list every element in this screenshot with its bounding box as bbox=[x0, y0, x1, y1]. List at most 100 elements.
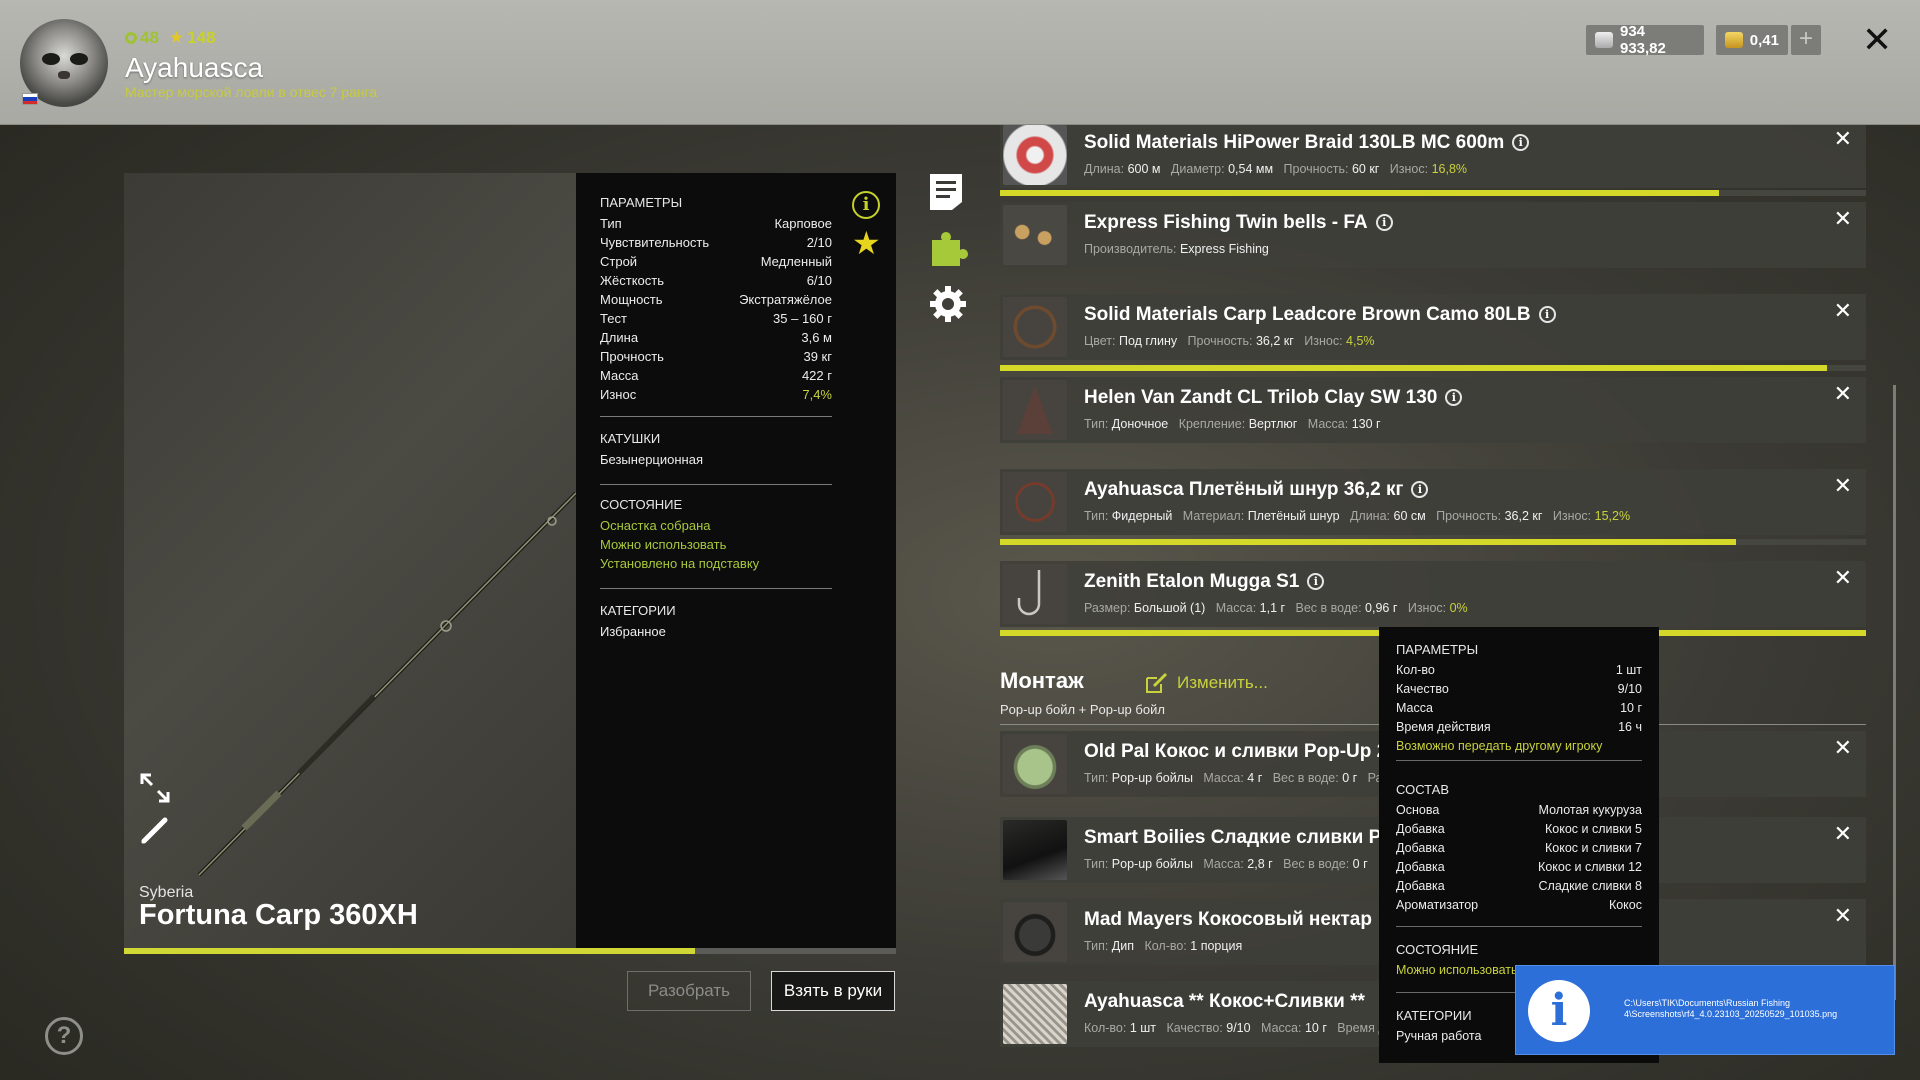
param-value: 6/10 bbox=[806, 273, 832, 288]
param-row: Масса 10 г bbox=[1396, 701, 1642, 720]
item-name: Express Fishing Twin bells - FA i bbox=[1084, 212, 1393, 234]
item-meta: Размер: Большой (1) Масса: 1,1 г Вес в в… bbox=[1084, 601, 1468, 615]
param-value: 9/10 bbox=[1617, 682, 1642, 696]
help-icon[interactable]: ? bbox=[45, 1017, 83, 1055]
expand-icon[interactable] bbox=[138, 771, 172, 805]
item-meta: Тип: Pop-up бойлы Масса: 2,8 г Вес в вод… bbox=[1084, 857, 1386, 871]
info-icon[interactable]: i bbox=[852, 191, 880, 219]
settings-gear-icon[interactable] bbox=[928, 284, 968, 324]
param-row: Основа Молотая кукуруза bbox=[1396, 803, 1642, 822]
reels-section: КАТУШКИ Безынерционная bbox=[600, 431, 832, 467]
remove-icon[interactable]: ✕ bbox=[1834, 473, 1852, 499]
remove-icon[interactable]: ✕ bbox=[1834, 126, 1852, 152]
tackle-item-hook[interactable]: Zenith Etalon Mugga S1 i Размер: Большой … bbox=[1000, 561, 1866, 627]
spool-thumbnail bbox=[1003, 125, 1067, 185]
leadcore-thumbnail bbox=[1003, 297, 1067, 357]
reels-title: КАТУШКИ bbox=[600, 431, 661, 446]
gold-coins-icon bbox=[1725, 32, 1743, 48]
item-name: Solid Materials HiPower Braid 130LB MC 6… bbox=[1084, 132, 1530, 154]
bells-thumbnail bbox=[1003, 205, 1067, 265]
silver-coins-icon bbox=[1595, 32, 1613, 48]
param-value: 35 – 160 г bbox=[773, 311, 832, 326]
param-label: Добавка bbox=[1396, 841, 1445, 855]
divider bbox=[600, 416, 832, 417]
item-meta: Кол-во: 1 шт Качество: 9/10 Масса: 10 г … bbox=[1084, 1021, 1386, 1035]
param-value: Молотая кукуруза bbox=[1538, 803, 1642, 817]
puzzle-icon[interactable] bbox=[928, 228, 968, 268]
remove-icon[interactable]: ✕ bbox=[1834, 735, 1852, 761]
jar-thumbnail bbox=[1003, 734, 1067, 794]
disassemble-button[interactable]: Разобрать bbox=[627, 971, 751, 1011]
montage-subtitle: Pop-up бойл + Pop-up бойл bbox=[1000, 702, 1165, 717]
tackle-item-leadcore[interactable]: Solid Materials Carp Leadcore Brown Camo… bbox=[1000, 294, 1866, 360]
favorite-star-icon[interactable]: ★ bbox=[852, 227, 881, 259]
rename-pencil-icon[interactable] bbox=[138, 813, 172, 847]
param-value: Медленный bbox=[760, 254, 832, 269]
tooltip-composition: СОСТАВ Основа Молотая кукуруза Добавка Коко… bbox=[1396, 782, 1642, 917]
remove-icon[interactable]: ✕ bbox=[1834, 206, 1852, 232]
divider bbox=[600, 484, 832, 485]
param-row: Кол-во 1 шт bbox=[1396, 663, 1642, 682]
remove-icon[interactable]: ✕ bbox=[1834, 381, 1852, 407]
param-row: Мощность Экстратяжёлое bbox=[600, 292, 832, 311]
divider bbox=[1396, 926, 1642, 927]
remove-icon[interactable]: ✕ bbox=[1834, 298, 1852, 324]
info-icon[interactable]: i bbox=[1512, 134, 1530, 151]
param-value: Кокос и сливки 12 bbox=[1538, 860, 1642, 874]
info-icon[interactable]: i bbox=[1538, 306, 1556, 323]
player-level: 48 bbox=[125, 28, 159, 48]
categories-title: КАТЕГОРИИ bbox=[600, 603, 676, 618]
item-name: Solid Materials Carp Leadcore Brown Camo… bbox=[1084, 304, 1556, 326]
param-value: 2/10 bbox=[806, 235, 832, 250]
tackle-item-leader[interactable]: Ayahuasca Плетёный шнур 36,2 кг i Тип: Фи… bbox=[1000, 469, 1866, 535]
close-icon[interactable]: ✕ bbox=[1862, 20, 1892, 60]
wear-bar bbox=[1000, 190, 1866, 196]
list-scrollbar[interactable] bbox=[1893, 385, 1896, 1000]
wear-bar bbox=[1000, 365, 1866, 371]
player-rating: ★ 148 bbox=[168, 28, 216, 47]
param-label: Строй bbox=[600, 254, 638, 269]
info-icon[interactable]: i bbox=[1375, 214, 1393, 231]
param-label: Масса bbox=[600, 368, 639, 383]
add-gold-button[interactable]: + bbox=[1791, 25, 1821, 55]
screenshot-path: C:\Users\TIK\Documents\Russian Fishing 4… bbox=[1624, 998, 1838, 1019]
param-value: 422 г bbox=[801, 368, 832, 383]
tackle-item-sinker[interactable]: Helen Van Zandt CL Trilob Clay SW 130 i Т… bbox=[1000, 377, 1866, 443]
param-label: Прочность bbox=[600, 349, 664, 364]
param-row: Тест 35 – 160 г bbox=[600, 311, 832, 330]
notes-icon[interactable] bbox=[928, 172, 968, 212]
screenshot-notification[interactable]: i C:\Users\TIK\Documents\Russian Fishing… bbox=[1515, 965, 1895, 1055]
param-row: Ароматизатор Кокос bbox=[1396, 898, 1642, 917]
sinker-thumbnail bbox=[1003, 380, 1067, 440]
param-row: Строй Медленный bbox=[600, 254, 832, 273]
param-value: Кокос и сливки 5 bbox=[1544, 822, 1642, 836]
info-icon[interactable]: i bbox=[1411, 481, 1429, 498]
take-in-hands-button[interactable]: Взять в руки bbox=[771, 971, 895, 1011]
param-value: 16 ч bbox=[1618, 720, 1642, 734]
transfer-note: Возможно передать другому игроку bbox=[1396, 739, 1603, 753]
state-item: Оснастка собрана bbox=[600, 518, 711, 533]
remove-icon[interactable]: ✕ bbox=[1834, 821, 1852, 847]
tackle-item-line[interactable]: Solid Materials HiPower Braid 130LB MC 6… bbox=[1000, 125, 1866, 188]
star-icon: ★ bbox=[168, 28, 185, 47]
param-label: Мощность bbox=[600, 292, 663, 307]
remove-icon[interactable]: ✕ bbox=[1834, 903, 1852, 929]
info-icon: i bbox=[1528, 980, 1590, 1042]
param-label: Износ bbox=[600, 387, 637, 402]
categories-value: Избранное bbox=[600, 624, 666, 639]
info-icon[interactable]: i bbox=[1307, 573, 1325, 590]
param-label: Кол-во bbox=[1396, 663, 1435, 677]
param-row: Добавка Кокос и сливки 12 bbox=[1396, 860, 1642, 879]
item-name: Old Pal Кокос и сливки Pop-Up 22 bbox=[1084, 741, 1398, 762]
remove-icon[interactable]: ✕ bbox=[1834, 565, 1852, 591]
montage-edit-button[interactable]: Изменить... bbox=[1145, 672, 1268, 694]
tackle-item-bells[interactable]: Express Fishing Twin bells - FA i Произво… bbox=[1000, 202, 1866, 268]
info-icon[interactable]: i bbox=[1445, 389, 1463, 406]
level-icon bbox=[125, 32, 137, 44]
rod-parameters-panel: ПАРАМЕТРЫ Тип Карповое Чувствительность 2/1… bbox=[576, 173, 896, 948]
param-label: Качество bbox=[1396, 682, 1449, 696]
param-row: Износ 7,4% bbox=[600, 387, 832, 406]
player-rank: Мастер морской ловли в отвес 7 ранга bbox=[125, 84, 378, 100]
param-row: Качество 9/10 bbox=[1396, 682, 1642, 701]
mesh-bag-thumbnail bbox=[1003, 984, 1067, 1044]
